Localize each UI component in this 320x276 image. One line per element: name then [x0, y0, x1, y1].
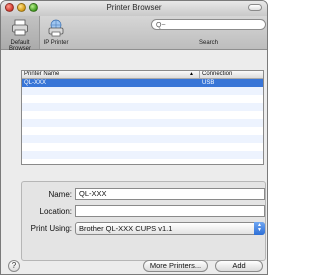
list-header: Printer Name ▲ Connection	[22, 71, 263, 79]
network-printer-icon	[48, 19, 64, 37]
list-item[interactable]: QL-XXX USB	[22, 79, 263, 87]
location-label: Location:	[39, 207, 72, 216]
more-printers-button[interactable]: More Printers...	[143, 260, 208, 272]
default-browser-tab[interactable]: Default Browser	[1, 16, 40, 52]
column-header-connection[interactable]: Connection	[199, 71, 232, 78]
empty-row	[22, 159, 263, 164]
connection-cell: USB	[202, 80, 215, 86]
empty-row	[22, 111, 263, 119]
empty-row	[22, 135, 263, 143]
ip-printer-tab[interactable]: IP Printer	[41, 16, 71, 49]
printer-name-cell: QL-XXX	[24, 80, 47, 86]
printer-browser-window: Printer Browser Default Browser IP Print…	[0, 0, 268, 275]
sort-ascending-icon: ▲	[189, 71, 194, 77]
search-input[interactable]: Q~	[151, 19, 266, 30]
window-title: Printer Browser	[106, 3, 162, 12]
select-arrows-icon: ▲ ▼	[254, 222, 265, 235]
name-label: Name:	[48, 190, 72, 199]
print-using-label: Print Using:	[30, 224, 72, 233]
print-using-select[interactable]: Brother QL-XXX CUPS v1.1 ▲ ▼	[75, 222, 265, 235]
printer-list[interactable]: Printer Name ▲ Connection QL-XXX USB	[21, 70, 264, 165]
default-browser-label: Default Browser	[8, 40, 31, 52]
search-label: Search	[198, 40, 218, 46]
printer-icon	[12, 19, 28, 36]
location-field[interactable]	[75, 205, 265, 217]
print-using-value: Brother QL-XXX CUPS v1.1	[79, 224, 173, 233]
title-bar: Printer Browser	[1, 1, 267, 17]
ip-printer-label: IP Printer	[43, 40, 69, 46]
column-header-printer-name[interactable]: Printer Name	[24, 71, 199, 78]
add-button[interactable]: Add	[215, 260, 263, 272]
list-rows: QL-XXX USB	[22, 79, 263, 164]
help-button[interactable]: ?	[8, 260, 20, 272]
empty-row	[22, 119, 263, 127]
empty-row	[22, 143, 263, 151]
toolbar: Default Browser IP Printer Q~ Search	[1, 16, 267, 52]
empty-row	[22, 103, 263, 111]
empty-row	[22, 95, 263, 103]
name-field[interactable]: QL-XXX	[75, 188, 265, 200]
toolbar-toggle-button[interactable]	[248, 4, 262, 11]
empty-row	[22, 127, 263, 135]
printer-details-panel: Name: QL-XXX Location: Print Using: Brot…	[21, 181, 266, 261]
empty-row	[22, 87, 263, 95]
search-icon: Q~	[156, 22, 166, 29]
empty-row	[22, 151, 263, 159]
